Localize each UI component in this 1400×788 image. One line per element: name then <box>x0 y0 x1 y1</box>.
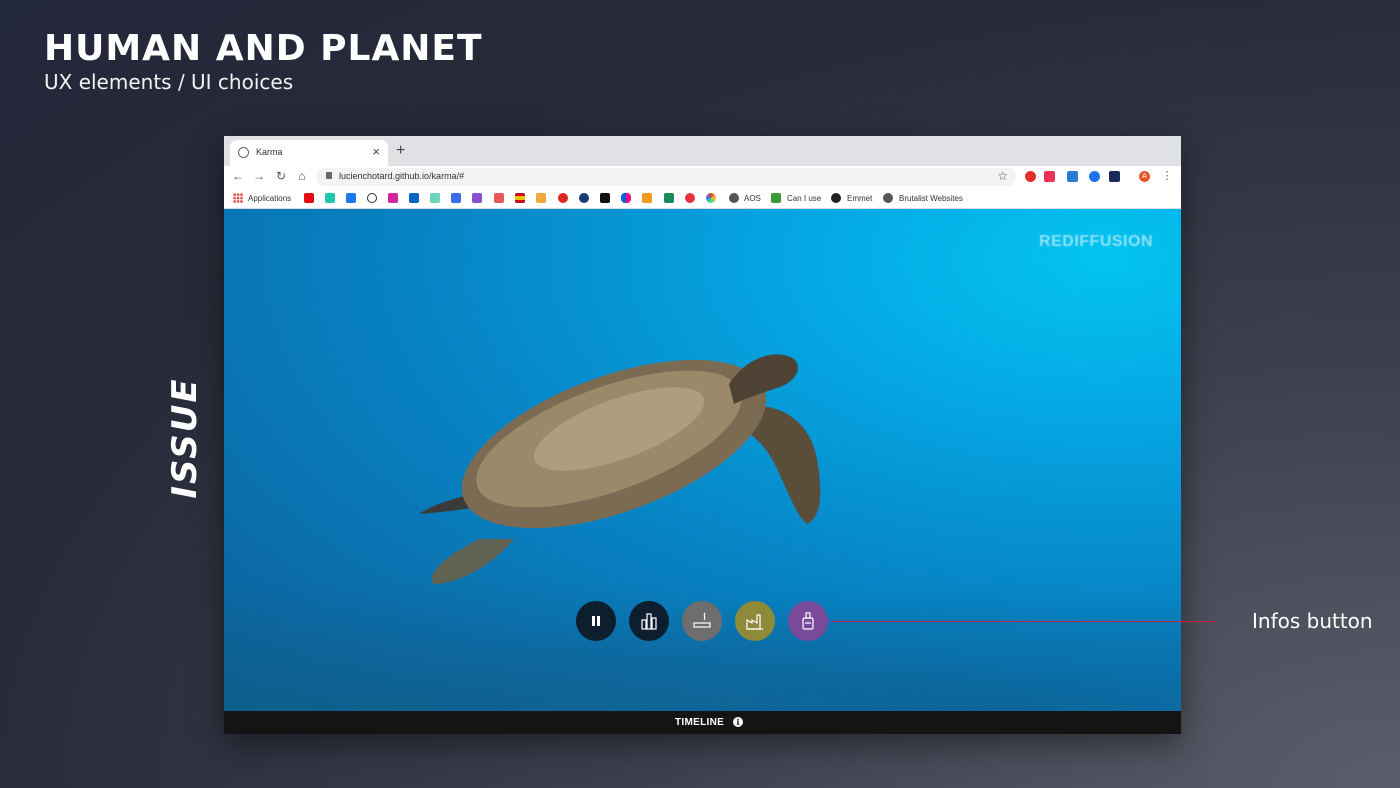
linkedin-bookmark-icon[interactable] <box>409 193 419 203</box>
timeline-label[interactable]: TIMELINE <box>675 717 724 728</box>
v-bookmark-icon[interactable] <box>642 193 652 203</box>
pause-button[interactable] <box>576 601 616 641</box>
slide-title: HUMAN AND PLANET <box>44 28 483 69</box>
address-url: lucienchotard.github.io/karma/# <box>339 171 465 181</box>
city-button[interactable] <box>629 601 669 641</box>
opera-bookmark-icon[interactable] <box>558 193 568 203</box>
info-icon[interactable]: i <box>733 717 743 727</box>
tab-strip: Karma × + <box>224 136 1181 166</box>
globe-icon[interactable] <box>883 193 893 203</box>
screenshot-extension-icon[interactable] <box>1067 171 1078 182</box>
video-controls <box>576 601 836 641</box>
bookmark-can-i-use[interactable]: Can I use <box>787 194 821 203</box>
factory-icon <box>746 614 763 630</box>
slide-subtitle: UX elements / UI choices <box>44 70 294 94</box>
tab-karma[interactable]: Karma × <box>230 140 388 166</box>
rediffusion-watermark: REDIFFUSION <box>1039 233 1153 250</box>
back-icon[interactable]: ← <box>231 169 245 183</box>
plus-extension-icon[interactable] <box>1089 171 1100 182</box>
profile-avatar[interactable]: A <box>1139 171 1150 182</box>
industry-button[interactable] <box>735 601 775 641</box>
browser-window: Karma × + ← → ↻ ⌂ lucienchotard.github.i… <box>224 136 1181 734</box>
callout-label: Infos button <box>1252 609 1373 633</box>
lock-icon <box>326 172 332 179</box>
netflix-bookmark-icon[interactable] <box>304 193 314 203</box>
opera-extension-icon[interactable] <box>1025 171 1036 182</box>
tab-close-icon[interactable]: × <box>372 144 380 159</box>
smoking-button[interactable] <box>682 601 722 641</box>
emmet-icon[interactable] <box>831 193 841 203</box>
instagram-bookmark-icon[interactable] <box>388 193 398 203</box>
browser-toolbar: ← → ↻ ⌂ lucienchotard.github.io/karma/# … <box>224 166 1181 188</box>
f-bookmark-icon[interactable] <box>685 193 695 203</box>
at-bookmark-icon[interactable] <box>367 193 377 203</box>
address-bar[interactable]: lucienchotard.github.io/karma/# ☆ <box>316 168 1016 186</box>
a-bookmark-icon[interactable] <box>346 193 356 203</box>
bookmark-star-icon[interactable]: ☆ <box>997 169 1008 183</box>
bookmark-aos[interactable]: AOS <box>744 194 761 203</box>
home-icon[interactable]: ⌂ <box>295 169 309 183</box>
grid-bookmark-icon[interactable] <box>430 193 440 203</box>
new-tab-button[interactable]: + <box>396 142 405 160</box>
tab-title: Karma <box>256 147 283 157</box>
timeline-bar[interactable]: TIMELINE i <box>224 711 1181 734</box>
apps-grid-icon[interactable] <box>233 193 243 203</box>
vue-bookmark-icon[interactable] <box>664 193 674 203</box>
leaf-bookmark-icon[interactable] <box>536 193 546 203</box>
reload-icon[interactable]: ↻ <box>274 169 288 183</box>
bookmark-applications[interactable]: Applications <box>248 194 291 203</box>
callout-line <box>830 621 1216 622</box>
cigarette-icon <box>693 612 711 628</box>
caniuse-icon[interactable] <box>771 193 781 203</box>
blue-circle-bookmark-icon[interactable] <box>579 193 589 203</box>
black-bookmark-icon[interactable] <box>600 193 610 203</box>
w-extension-icon[interactable] <box>1109 171 1120 182</box>
calendar-extension-icon[interactable] <box>1044 171 1055 182</box>
city-icon <box>641 613 657 630</box>
bookmark-brutalist-websites[interactable]: Brutalist Websites <box>899 194 963 203</box>
infos-button[interactable] <box>788 601 828 641</box>
browser-menu-icon[interactable]: ⋮ <box>1160 169 1174 182</box>
globe-icon[interactable] <box>729 193 739 203</box>
bottle-icon <box>802 612 814 630</box>
rainbow-bookmark-icon[interactable] <box>706 193 716 203</box>
bookmark-emmet[interactable]: Emmet <box>847 194 872 203</box>
ws-bookmark-icon[interactable] <box>451 193 461 203</box>
pause-icon <box>592 616 600 626</box>
video-viewport[interactable]: REDIFFUSION <box>224 209 1181 711</box>
bookmarks-bar: Applications AOS Can I use Emmet Brutali… <box>224 188 1181 209</box>
teal-bookmark-icon[interactable] <box>325 193 335 203</box>
wr-bookmark-icon[interactable] <box>472 193 482 203</box>
flickr-bookmark-icon[interactable] <box>621 193 631 203</box>
sea-turtle-image <box>419 354 821 584</box>
forward-icon[interactable]: → <box>252 169 266 183</box>
karma-favicon-icon <box>238 147 249 158</box>
side-label-text: ISSUE <box>165 377 205 499</box>
red-outline-bookmark-icon[interactable] <box>494 193 504 203</box>
spain-flag-bookmark-icon[interactable] <box>515 193 525 203</box>
